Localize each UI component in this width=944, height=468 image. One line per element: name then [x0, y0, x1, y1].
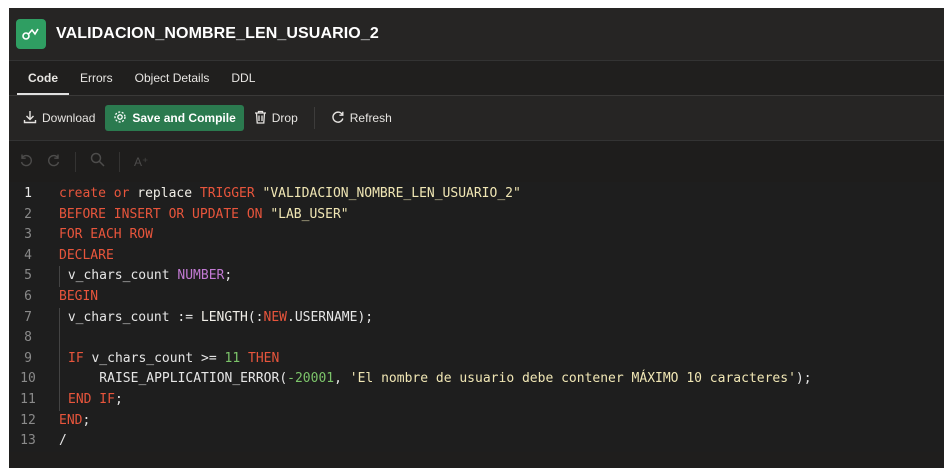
line-number: 10	[20, 371, 36, 387]
code-text: v_chars_count NUMBER;	[59, 266, 232, 287]
tab-bar: Code Errors Object Details DDL	[9, 61, 944, 96]
code-text: v_chars_count := LENGTH(:NEW.USERNAME);	[59, 307, 373, 329]
line-number: 5	[24, 268, 32, 284]
tab-errors[interactable]: Errors	[69, 61, 124, 95]
code-text: BEFORE INSERT OR UPDATE ON "LAB_USER"	[59, 206, 349, 222]
code-line: 12 END;	[9, 411, 944, 432]
code-text: IF v_chars_count >= 11 THEN	[59, 348, 279, 370]
line-number: 1	[24, 186, 32, 201]
code-line: 1 create or replace TRIGGER "VALIDACION_…	[9, 184, 944, 205]
line-number: 11	[20, 391, 36, 407]
code-line: 11 END IF;	[9, 389, 944, 411]
editor-toolbar: A⁺	[9, 141, 944, 182]
line-number: 8	[24, 330, 32, 346]
code-line: 10 RAISE_APPLICATION_ERROR(-20001, 'El n…	[9, 369, 944, 390]
gear-icon	[113, 110, 127, 127]
line-number: 6	[24, 288, 32, 304]
trigger-icon	[16, 19, 46, 49]
line-number: 12	[20, 412, 36, 428]
refresh-label: Refresh	[349, 111, 392, 125]
refresh-button[interactable]: Refresh	[325, 105, 398, 131]
line-number: 9	[24, 350, 32, 366]
code-line: 6 BEGIN	[9, 287, 944, 308]
trash-icon	[254, 110, 267, 127]
trigger-editor-window: VALIDACION_NOMBRE_LEN_USUARIO_2 Code Err…	[9, 8, 944, 468]
code-text: DECLARE	[59, 247, 114, 263]
code-text	[59, 328, 60, 349]
code-line: 4 DECLARE	[9, 246, 944, 267]
code-line: 5 v_chars_count NUMBER;	[9, 266, 944, 287]
line-number: 4	[24, 247, 32, 263]
code-text: BEGIN	[59, 288, 99, 304]
code-text: create or replace TRIGGER "VALIDACION_NO…	[59, 186, 521, 201]
format-code-icon[interactable]: A⁺	[134, 155, 148, 169]
tab-ddl[interactable]: DDL	[220, 61, 266, 95]
undo-icon[interactable]	[19, 153, 33, 171]
save-and-compile-label: Save and Compile	[132, 111, 236, 125]
refresh-icon	[331, 110, 345, 127]
redo-icon[interactable]	[47, 153, 61, 171]
download-button[interactable]: Download	[17, 105, 101, 131]
toolbar-divider	[313, 107, 315, 129]
page-title: VALIDACION_NOMBRE_LEN_USUARIO_2	[56, 25, 379, 42]
code-text: RAISE_APPLICATION_ERROR(-20001, 'El nomb…	[59, 369, 812, 390]
tab-object-details[interactable]: Object Details	[124, 61, 221, 95]
code-line: 13 /	[9, 431, 944, 452]
line-number: 2	[24, 206, 32, 222]
code-line: 7 v_chars_count := LENGTH(:NEW.USERNAME)…	[9, 307, 944, 329]
code-line: 8	[9, 328, 944, 349]
drop-label: Drop	[271, 111, 298, 125]
code-text: END IF;	[59, 389, 123, 411]
toolbar: Download Save and Compile Drop Refresh	[9, 96, 944, 141]
download-label: Download	[42, 111, 96, 125]
code-text: FOR EACH ROW	[59, 227, 153, 243]
tab-code[interactable]: Code	[17, 61, 69, 95]
code-line: 3 FOR EACH ROW	[9, 225, 944, 246]
code-line: 9 IF v_chars_count >= 11 THEN	[9, 348, 944, 370]
code-text: /	[59, 433, 67, 449]
editor-toolbar-divider	[75, 151, 76, 172]
code-editor[interactable]: 1 create or replace TRIGGER "VALIDACION_…	[9, 182, 944, 452]
search-icon[interactable]	[90, 152, 105, 171]
save-and-compile-button[interactable]: Save and Compile	[105, 105, 244, 131]
drop-button[interactable]: Drop	[248, 105, 304, 131]
title-bar: VALIDACION_NOMBRE_LEN_USUARIO_2	[9, 8, 944, 61]
download-icon	[23, 110, 37, 127]
editor-toolbar-divider	[119, 151, 120, 172]
line-number: 13	[20, 433, 36, 449]
line-number: 7	[24, 309, 32, 325]
code-text: END;	[59, 412, 91, 428]
line-number: 3	[24, 227, 32, 243]
code-line: 2 BEFORE INSERT OR UPDATE ON "LAB_USER"	[9, 205, 944, 226]
